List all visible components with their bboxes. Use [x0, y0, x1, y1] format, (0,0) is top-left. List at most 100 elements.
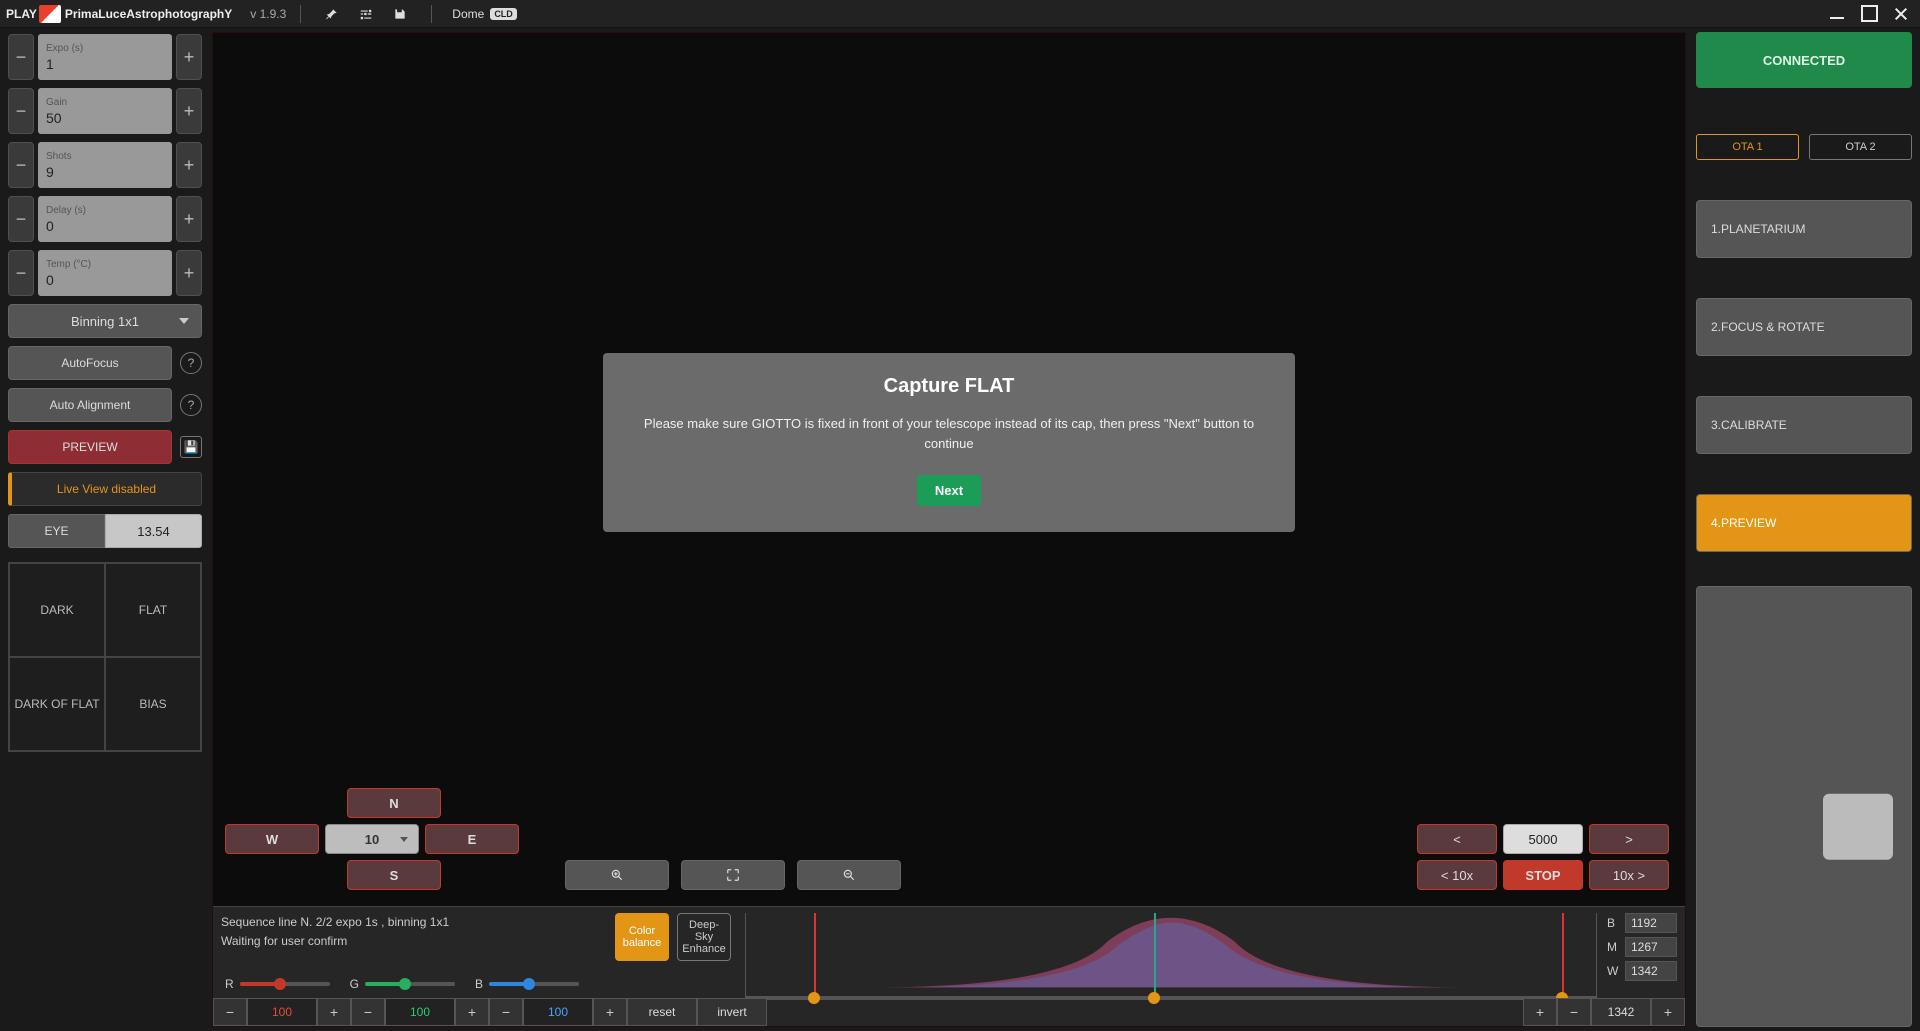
app-title: PrimaLuceAstrophotographY [65, 7, 232, 21]
ota2-tab[interactable]: OTA 2 [1809, 134, 1912, 160]
reset-button[interactable]: reset [627, 998, 697, 1026]
auto-alignment-button[interactable]: Auto Alignment [8, 388, 172, 422]
autofocus-help-icon[interactable]: ? [180, 352, 202, 374]
b-value[interactable]: 1192 [1625, 913, 1677, 933]
dialog-title: Capture FLAT [629, 375, 1269, 398]
app-version: v 1.9.3 [250, 7, 286, 21]
focus-plus10x-button[interactable]: 10x > [1589, 860, 1669, 890]
temp-increment[interactable]: + [176, 250, 202, 296]
move-east-button[interactable]: E [425, 824, 519, 854]
zoom-out-button[interactable] [797, 860, 901, 890]
w-plus[interactable]: + [1523, 998, 1557, 1026]
app-logo-icon [39, 5, 61, 23]
capture-flat-dialog: Capture FLAT Please make sure GIOTTO is … [603, 353, 1295, 532]
b-plus[interactable]: + [593, 998, 627, 1026]
gain-decrement[interactable]: − [8, 88, 34, 134]
r-plus[interactable]: + [317, 998, 351, 1026]
binning-select[interactable]: Binning 1x1 [8, 304, 202, 338]
status-line-1: Sequence line N. 2/2 expo 1s , binning 1… [221, 913, 611, 932]
focus-minus10x-button[interactable]: < 10x [1417, 860, 1497, 890]
zoom-fit-button[interactable] [681, 860, 785, 890]
eye-value: 13.54 [105, 514, 202, 548]
g-slider[interactable] [365, 982, 455, 986]
b-minus[interactable]: − [489, 998, 523, 1026]
w-end-value: 1342 [1591, 998, 1651, 1026]
r-slider[interactable] [240, 982, 330, 986]
dome-status-badge: CLD [490, 8, 517, 20]
shots-field[interactable]: Shots 9 [38, 142, 172, 188]
dialog-body: Please make sure GIOTTO is fixed in fron… [629, 414, 1269, 453]
shots-decrement[interactable]: − [8, 142, 34, 188]
nav-planetarium[interactable]: 1.PLANETARIUM [1696, 200, 1912, 258]
dark-of-flat-button[interactable]: DARK OF FLAT [9, 657, 105, 751]
move-speed-select[interactable]: 10 [325, 824, 419, 854]
nav-focus-rotate[interactable]: 2.FOCUS & ROTATE [1696, 298, 1912, 356]
adjustment-row: − 100 + − 100 + − 100 + reset invert + −… [213, 998, 1685, 1026]
window-close-button[interactable] [1888, 3, 1914, 25]
focus-plus-button[interactable]: > [1589, 824, 1669, 854]
frame-type-quad: DARK FLAT DARK OF FLAT BIAS [8, 562, 202, 752]
deepsky-enhance-button[interactable]: Deep-Sky Enhance [677, 913, 731, 961]
pin-icon[interactable] [323, 5, 341, 23]
nav-calibrate[interactable]: 3.CALIBRATE [1696, 396, 1912, 454]
eye-row: EYE 13.54 [8, 514, 202, 548]
shots-increment[interactable]: + [176, 142, 202, 188]
status-line-2: Waiting for user confirm [221, 932, 611, 951]
preview-button[interactable]: PREVIEW [8, 430, 172, 464]
m-value[interactable]: 1267 [1625, 937, 1677, 957]
focus-value[interactable]: 5000 [1503, 824, 1583, 854]
eye-label[interactable]: EYE [8, 514, 105, 548]
g-label: G [350, 975, 359, 994]
move-west-button[interactable]: W [225, 824, 319, 854]
g-minus[interactable]: − [351, 998, 385, 1026]
play-label: PLAY [6, 7, 37, 21]
preview-thumbnail[interactable] [1696, 586, 1912, 1027]
window-maximize-button[interactable] [1856, 3, 1882, 25]
image-viewport[interactable]: N W 10 E S < 5000 > < 10x STOP 10x > [212, 32, 1686, 1027]
w-plus2[interactable]: + [1651, 998, 1685, 1026]
bottom-panel: Sequence line N. 2/2 expo 1s , binning 1… [213, 906, 1685, 1026]
zoom-buttons [565, 860, 901, 890]
w-minus[interactable]: − [1557, 998, 1591, 1026]
nav-preview[interactable]: 4.PREVIEW [1696, 494, 1912, 552]
b-slider[interactable] [489, 982, 579, 986]
r-minus[interactable]: − [213, 998, 247, 1026]
zoom-in-button[interactable] [565, 860, 669, 890]
exposure-field[interactable]: Expo (s) 1 [38, 34, 172, 80]
dome-label: Dome [452, 7, 484, 21]
focus-controls: < 5000 > < 10x STOP 10x > [1417, 824, 1669, 890]
move-north-button[interactable]: N [347, 788, 441, 818]
dialog-next-button[interactable]: Next [917, 475, 981, 506]
bias-button[interactable]: BIAS [105, 657, 201, 751]
exposure-decrement[interactable]: − [8, 34, 34, 80]
dark-button[interactable]: DARK [9, 563, 105, 657]
delay-field[interactable]: Delay (s) 0 [38, 196, 172, 242]
color-balance-button[interactable]: Color balance [615, 913, 669, 961]
gain-field[interactable]: Gain 50 [38, 88, 172, 134]
autofocus-button[interactable]: AutoFocus [8, 346, 172, 380]
ota1-tab[interactable]: OTA 1 [1696, 134, 1799, 160]
settings-sliders-icon[interactable] [357, 5, 375, 23]
preview-save-icon[interactable]: 💾 [180, 436, 202, 458]
save-session-icon[interactable] [391, 5, 409, 23]
flat-button[interactable]: FLAT [105, 563, 201, 657]
g-plus[interactable]: + [455, 998, 489, 1026]
top-bar: PLAY PrimaLuceAstrophotographY v 1.9.3 D… [0, 0, 1920, 28]
shots-stepper: − Shots 9 + [8, 142, 202, 188]
delay-increment[interactable]: + [176, 196, 202, 242]
temp-decrement[interactable]: − [8, 250, 34, 296]
move-south-button[interactable]: S [347, 860, 441, 890]
autoalign-help-icon[interactable]: ? [180, 394, 202, 416]
focus-minus-button[interactable]: < [1417, 824, 1497, 854]
ota-tabs: OTA 1 OTA 2 [1696, 134, 1912, 160]
temp-field[interactable]: Temp (°C) 0 [38, 250, 172, 296]
r-value: 100 [247, 998, 317, 1026]
connection-status[interactable]: CONNECTED [1696, 32, 1912, 88]
focus-stop-button[interactable]: STOP [1503, 860, 1583, 890]
delay-decrement[interactable]: − [8, 196, 34, 242]
window-minimize-button[interactable] [1824, 3, 1850, 25]
gain-increment[interactable]: + [176, 88, 202, 134]
exposure-increment[interactable]: + [176, 34, 202, 80]
invert-button[interactable]: invert [697, 998, 767, 1026]
live-view-toggle[interactable]: Live View disabled [8, 472, 202, 506]
